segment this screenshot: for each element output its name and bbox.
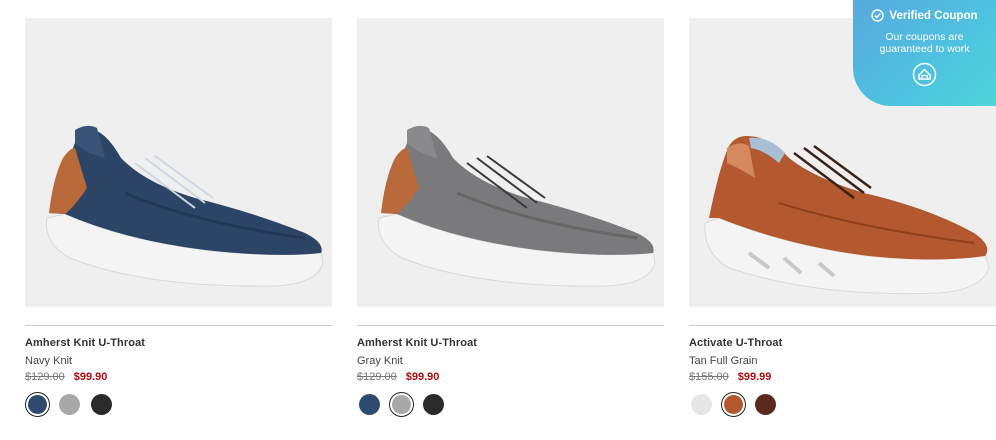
sale-price: $99.90: [405, 371, 440, 383]
price-row: $155.00 $99.99: [689, 371, 996, 383]
original-price: $129.00: [357, 371, 397, 383]
swatch-white[interactable]: [689, 392, 714, 417]
swatch-gray[interactable]: [389, 392, 414, 417]
product-image[interactable]: [357, 18, 664, 307]
product-color-name: Tan Full Grain: [689, 355, 758, 367]
product-color-name: Navy Knit: [25, 355, 73, 367]
product-card[interactable]: Amherst Knit U-Throat Navy Knit $129.00 …: [25, 18, 332, 417]
swatch-brown[interactable]: [753, 392, 778, 417]
original-price: $155.00: [689, 371, 729, 383]
coupon-description: Our coupons are guaranteed to work: [853, 31, 996, 55]
color-swatches: [357, 392, 664, 417]
card-divider: [357, 325, 664, 326]
coupon-line-2: guaranteed to work: [879, 43, 970, 55]
product-grid: Amherst Knit U-Throat Navy Knit $129.00 …: [0, 0, 996, 440]
product-card[interactable]: Amherst Knit U-Throat Gray Knit $129.00 …: [357, 18, 664, 417]
navy-knit-sneaker-image: [45, 125, 324, 287]
price-row: $129.00 $99.90: [25, 371, 332, 383]
product-name[interactable]: Activate U-Throat: [689, 337, 996, 349]
check-circle-icon: [871, 9, 885, 22]
swatch-tan[interactable]: [721, 392, 746, 417]
swatch-gray[interactable]: [57, 392, 82, 417]
color-swatches: [689, 392, 996, 417]
coupon-line-1: Our coupons are: [885, 31, 964, 43]
price-row: $129.00 $99.90: [357, 371, 664, 383]
coupon-shield-icon[interactable]: [912, 62, 937, 87]
verified-coupon-badge[interactable]: Verified Coupon Our coupons are guarante…: [853, 0, 996, 106]
original-price: $129.00: [25, 371, 65, 383]
card-divider: [689, 325, 996, 326]
swatch-black[interactable]: [421, 392, 446, 417]
swatch-black[interactable]: [89, 392, 114, 417]
product-color-name: Gray Knit: [357, 355, 403, 367]
sale-price: $99.90: [73, 371, 108, 383]
color-swatches: [25, 392, 332, 417]
product-name[interactable]: Amherst Knit U-Throat: [25, 337, 332, 349]
swatch-navy[interactable]: [25, 392, 50, 417]
gray-knit-sneaker-image: [377, 125, 656, 287]
card-divider: [25, 325, 332, 326]
coupon-title: Verified Coupon: [889, 9, 978, 22]
sale-price: $99.99: [737, 371, 772, 383]
product-name[interactable]: Amherst Knit U-Throat: [357, 337, 664, 349]
swatch-navy[interactable]: [357, 392, 382, 417]
product-image[interactable]: [25, 18, 332, 307]
coupon-header: Verified Coupon: [853, 9, 996, 22]
